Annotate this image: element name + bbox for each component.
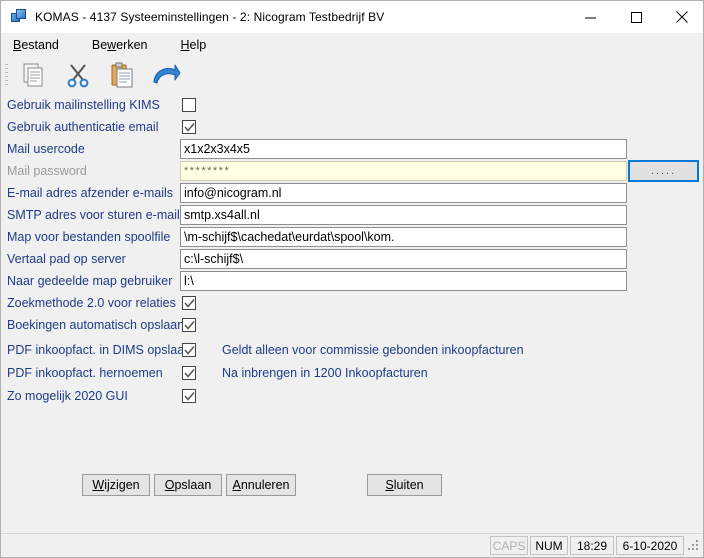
- redo-arrow-icon[interactable]: [144, 57, 188, 93]
- checkbox-zoekmethode-relaties[interactable]: [182, 296, 196, 310]
- wijzigen-button[interactable]: Wijzigen: [82, 474, 150, 496]
- cut-icon[interactable]: [56, 57, 100, 93]
- form-row: PDF inkoopfact. in DIMS opslaan Geldt al…: [1, 339, 703, 361]
- browse-password-button[interactable]: .....: [628, 160, 699, 182]
- label-pdf-inkoopfact-hernoemen: PDF inkoopfact. hernoemen: [7, 366, 163, 380]
- checkbox-pdf-inkoopfact-hernoemen[interactable]: [182, 366, 196, 380]
- form-row: Boekingen automatisch opslaan: [1, 314, 703, 336]
- form-row: Map voor bestanden spoolfile \m-schijf$\…: [1, 226, 703, 248]
- close-button[interactable]: [659, 1, 703, 33]
- form-row: SMTP adres voor sturen e-mails smtp.xs4a…: [1, 204, 703, 226]
- label-zo-mogelijk-2020-gui: Zo mogelijk 2020 GUI: [7, 389, 128, 403]
- label-map-voor-bestanden-spoolfile: Map voor bestanden spoolfile: [7, 230, 171, 244]
- checkbox-boekingen-automatisch-opslaan[interactable]: [182, 318, 196, 332]
- label-mail-password: Mail password: [7, 164, 87, 178]
- input-email-adres-afzender[interactable]: info@nicogram.nl: [180, 183, 627, 203]
- label-boekingen-automatisch-opslaan: Boekingen automatisch opslaan: [7, 318, 185, 332]
- copy-icon[interactable]: [12, 57, 56, 93]
- checkbox-gebruik-authenticatie-email[interactable]: [182, 120, 196, 134]
- label-email-adres-afzender: E-mail adres afzender e-mails: [7, 186, 174, 200]
- window-title: KOMAS - 4137 Systeeminstellingen - 2: Ni…: [35, 10, 385, 24]
- label-zoekmethode-relaties: Zoekmethode 2.0 voor relaties: [7, 296, 176, 310]
- minimize-button[interactable]: [567, 1, 613, 33]
- checkbox-pdf-inkoopfact-dims[interactable]: [182, 343, 196, 357]
- maximize-button[interactable]: [613, 1, 659, 33]
- status-caps: CAPS: [490, 536, 528, 555]
- label-pdf-inkoopfact-dims: PDF inkoopfact. in DIMS opslaan: [7, 343, 192, 357]
- label-mail-usercode: Mail usercode: [7, 142, 85, 156]
- dialog-button-bar: Wijzigen Opslaan Annuleren Sluiten: [1, 474, 703, 500]
- status-time: 18:29: [570, 536, 614, 555]
- status-num: NUM: [530, 536, 568, 555]
- checkbox-zo-mogelijk-2020-gui[interactable]: [182, 389, 196, 403]
- form-row: E-mail adres afzender e-mails info@nicog…: [1, 182, 703, 204]
- label-smtp-adres: SMTP adres voor sturen e-mails: [7, 208, 186, 222]
- paste-icon[interactable]: [100, 57, 144, 93]
- checkbox-gebruik-mailinstelling-kims[interactable]: [182, 98, 196, 112]
- windows-stack-icon: [11, 9, 27, 25]
- sluiten-button[interactable]: Sluiten: [367, 474, 442, 496]
- opslaan-button[interactable]: Opslaan: [154, 474, 222, 496]
- form-row: Mail password ******** .....: [1, 160, 703, 182]
- label-gebruik-mailinstelling-kims: Gebruik mailinstelling KIMS: [7, 98, 160, 112]
- input-naar-gedeelde-map-gebruiker[interactable]: l:\: [180, 271, 627, 291]
- menu-bar: Bestand Bewerken Help: [1, 33, 703, 56]
- label-gebruik-authenticatie-email: Gebruik authenticatie email: [7, 120, 159, 134]
- caption-buttons: [567, 1, 703, 33]
- menu-item-help[interactable]: Help: [180, 38, 206, 52]
- status-bar: CAPS NUM 18:29 6-10-2020: [1, 533, 703, 557]
- input-mail-password[interactable]: ********: [180, 161, 627, 181]
- input-smtp-adres[interactable]: smtp.xs4all.nl: [180, 205, 627, 225]
- form-row: Zoekmethode 2.0 voor relaties: [1, 292, 703, 314]
- resize-grip[interactable]: [686, 536, 702, 555]
- form-row: Gebruik mailinstelling KIMS: [1, 94, 703, 116]
- label-vertaal-pad-op-server: Vertaal pad op server: [7, 252, 126, 266]
- toolbar-grip[interactable]: [5, 64, 8, 86]
- label-naar-gedeelde-map-gebruiker: Naar gedeelde map gebruiker: [7, 274, 173, 288]
- hint-pdf-inkoopfact-dims: Geldt alleen voor commissie gebonden ink…: [222, 343, 524, 357]
- title-bar: KOMAS - 4137 Systeeminstellingen - 2: Ni…: [1, 1, 703, 33]
- input-mail-usercode[interactable]: x1x2x3x4x5: [180, 139, 627, 159]
- form-row: Vertaal pad op server c:\l-schijf$\: [1, 248, 703, 270]
- application-window: KOMAS - 4137 Systeeminstellingen - 2: Ni…: [0, 0, 704, 558]
- menu-item-bewerken[interactable]: Bewerken: [92, 38, 148, 52]
- input-map-voor-bestanden-spoolfile[interactable]: \m-schijf$\cachedat\eurdat\spool\kom.: [180, 227, 627, 247]
- form-row: PDF inkoopfact. hernoemen Na inbrengen i…: [1, 362, 703, 384]
- form-row: Zo mogelijk 2020 GUI: [1, 385, 703, 407]
- status-date: 6-10-2020: [616, 536, 684, 555]
- settings-form: Gebruik mailinstelling KIMS Gebruik auth…: [1, 94, 703, 519]
- form-row: Naar gedeelde map gebruiker l:\: [1, 270, 703, 292]
- toolbar: [1, 56, 703, 94]
- annuleren-button[interactable]: Annuleren: [226, 474, 296, 496]
- input-vertaal-pad-op-server[interactable]: c:\l-schijf$\: [180, 249, 627, 269]
- menu-item-bestand[interactable]: Bestand: [13, 38, 59, 52]
- hint-pdf-inkoopfact-hernoemen: Na inbrengen in 1200 Inkoopfacturen: [222, 366, 428, 380]
- form-row: Mail usercode x1x2x3x4x5: [1, 138, 703, 160]
- form-row: Gebruik authenticatie email: [1, 116, 703, 138]
